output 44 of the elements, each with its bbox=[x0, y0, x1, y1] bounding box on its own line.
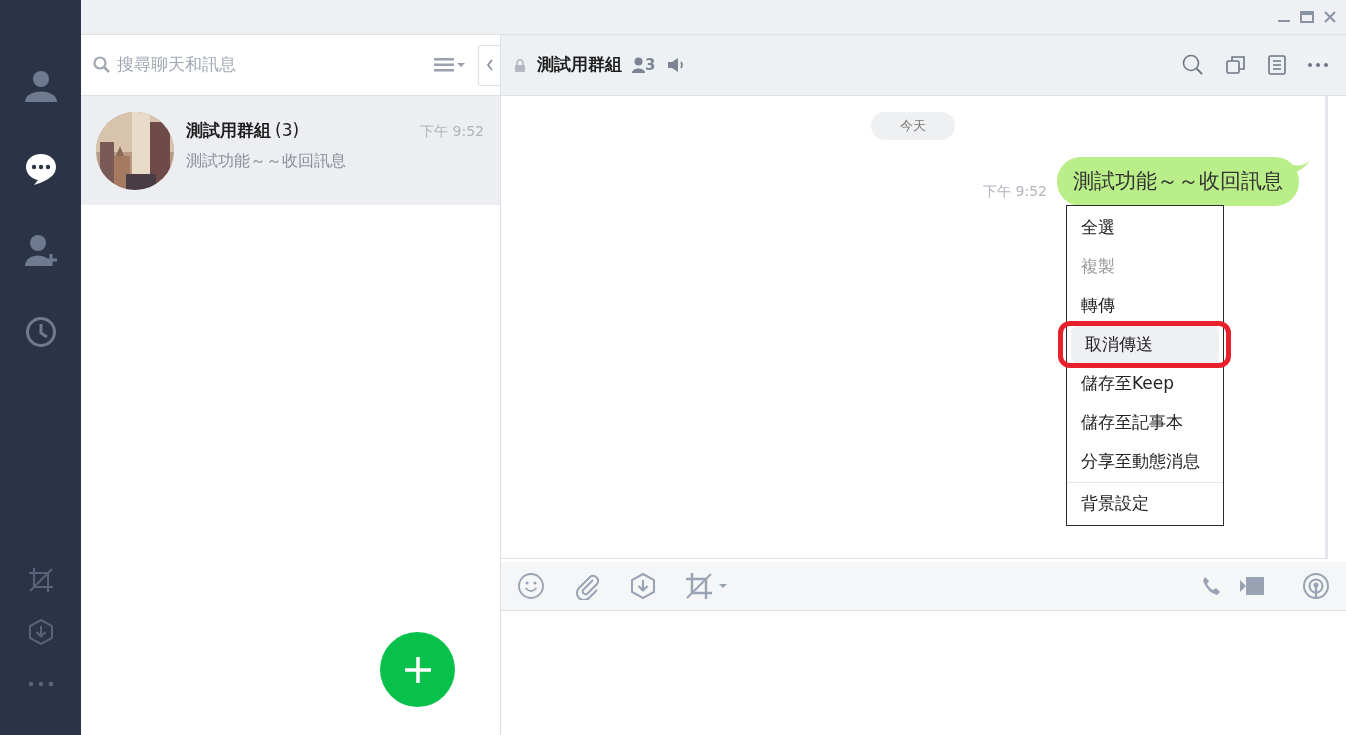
menu-item[interactable]: 儲存至Keep bbox=[1067, 364, 1223, 403]
chevron-left-icon bbox=[485, 59, 494, 71]
download-icon[interactable] bbox=[629, 572, 657, 600]
add-person-icon[interactable] bbox=[24, 234, 57, 268]
maximize-icon[interactable] bbox=[1300, 11, 1314, 23]
menu-item[interactable]: 全選 bbox=[1067, 208, 1223, 247]
chat-preview: 測試功能～～收回訊息 bbox=[186, 149, 347, 172]
smiley-icon[interactable] bbox=[517, 572, 545, 600]
person-icon bbox=[632, 57, 645, 73]
video-icon[interactable] bbox=[1240, 576, 1266, 596]
menu-item[interactable]: 分享至動態消息 bbox=[1067, 442, 1223, 481]
crop-icon[interactable] bbox=[685, 572, 727, 600]
copy-icon[interactable] bbox=[1226, 55, 1246, 75]
chat-time: 下午 9:52 bbox=[420, 122, 484, 142]
menu-item[interactable]: 儲存至記事本 bbox=[1067, 403, 1223, 442]
more-icon[interactable] bbox=[1308, 63, 1328, 67]
phone-icon[interactable] bbox=[1200, 575, 1222, 597]
crop-icon[interactable] bbox=[27, 567, 54, 593]
search-field[interactable]: 搜尋聊天和訊息 bbox=[117, 52, 417, 78]
member-count: 3 bbox=[645, 54, 656, 76]
download-icon[interactable] bbox=[27, 619, 54, 645]
close-icon[interactable] bbox=[1324, 11, 1336, 23]
list-menu-icon[interactable] bbox=[434, 58, 466, 72]
clock-icon[interactable] bbox=[24, 316, 57, 350]
paperclip-icon[interactable] bbox=[573, 572, 601, 600]
broadcast-icon[interactable] bbox=[1302, 572, 1330, 600]
search-icon[interactable] bbox=[1182, 54, 1204, 76]
chat-name: 測試用群組 bbox=[186, 119, 271, 143]
search-icon bbox=[93, 56, 111, 74]
message-time: 下午 9:52 bbox=[983, 182, 1047, 201]
notes-icon[interactable] bbox=[1268, 55, 1286, 75]
speaker-icon[interactable] bbox=[667, 57, 686, 73]
message-bubble: 測試功能～～收回訊息 bbox=[1057, 156, 1299, 206]
chat-title: 測試用群組 bbox=[537, 53, 622, 77]
chat-list-item[interactable]: 測試用群組 (3) 下午 9:52 測試功能～～收回訊息 bbox=[81, 96, 500, 205]
lock-icon bbox=[515, 58, 525, 72]
menu-item[interactable]: 轉傳 bbox=[1067, 286, 1223, 325]
chat-bubble-icon[interactable] bbox=[24, 152, 57, 186]
member-count: (3) bbox=[275, 119, 300, 143]
menu-item[interactable]: 背景設定 bbox=[1067, 484, 1223, 523]
collapse-button[interactable] bbox=[478, 44, 500, 86]
plus-icon bbox=[402, 654, 433, 685]
person-icon[interactable] bbox=[24, 70, 57, 104]
menu-item[interactable]: 取消傳送 bbox=[1071, 325, 1219, 364]
